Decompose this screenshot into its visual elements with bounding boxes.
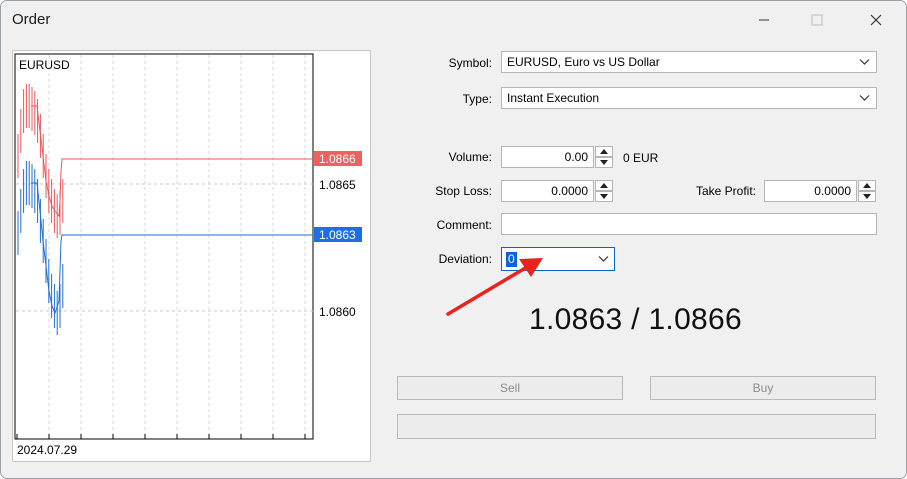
chevron-down-icon <box>859 59 870 65</box>
chevron-down-icon <box>859 95 870 101</box>
chart-ticks <box>16 434 306 439</box>
maximize-button[interactable] <box>794 5 840 35</box>
symbol-select-value: EURUSD, Euro vs US Dollar <box>507 55 660 69</box>
triangle-down-icon <box>600 160 608 165</box>
minimize-button[interactable] <box>741 5 787 35</box>
chevron-down-icon <box>598 256 609 262</box>
triangle-down-icon <box>863 194 871 199</box>
title-bar: Order <box>1 1 906 39</box>
volume-stepper[interactable] <box>595 146 613 168</box>
price-chart: 1.0866 1.0863 1.0865 1.0860 EURUSD 2024.… <box>12 50 371 462</box>
price-tick-label: 1.0865 <box>319 178 356 192</box>
volume-decrement-button[interactable] <box>595 157 613 168</box>
plot-frame <box>14 53 314 440</box>
chart-symbol-label: EURUSD <box>19 58 70 72</box>
chart-date-label: 2024.07.29 <box>17 443 77 457</box>
type-select[interactable]: Instant Execution <box>501 87 877 109</box>
buy-button[interactable]: Buy <box>650 376 876 400</box>
close-button[interactable] <box>853 5 899 35</box>
volume-unit-label: 0 EUR <box>623 151 659 165</box>
bid-price-line <box>31 182 313 315</box>
stop-loss-decrement-button[interactable] <box>595 191 613 202</box>
sell-button[interactable]: Sell <box>397 376 623 400</box>
symbol-select[interactable]: EURUSD, Euro vs US Dollar <box>501 51 877 73</box>
type-select-value: Instant Execution <box>507 91 600 105</box>
maximize-icon <box>811 14 823 26</box>
order-window: Order 1.0866 1.0863 1.0865 1.0860 EURUSD… <box>0 0 907 479</box>
take-profit-stepper[interactable] <box>858 180 876 202</box>
stop-loss-input[interactable]: 0.0000 <box>501 180 594 202</box>
take-profit-input[interactable]: 0.0000 <box>764 180 857 202</box>
symbol-label: Symbol: <box>448 56 492 70</box>
bid-ask-quote: 1.0863 / 1.0866 <box>528 303 743 336</box>
take-profit-increment-button[interactable] <box>858 180 876 191</box>
comment-input[interactable] <box>501 213 877 235</box>
take-profit-decrement-button[interactable] <box>858 191 876 202</box>
triangle-up-icon <box>600 149 608 154</box>
price-chart-canvas: 1.0866 1.0863 1.0865 1.0860 EURUSD 2024.… <box>14 53 362 457</box>
volume-increment-button[interactable] <box>595 146 613 157</box>
chart-series <box>17 84 64 335</box>
window-title: Order <box>12 11 51 28</box>
minimize-icon <box>759 19 769 21</box>
ask-price-badge-text: 1.0866 <box>319 152 356 166</box>
volume-label: Volume: <box>448 150 492 164</box>
place-order-button[interactable] <box>397 414 876 439</box>
volume-input[interactable]: 0.00 <box>501 146 594 168</box>
triangle-up-icon <box>863 183 871 188</box>
triangle-up-icon <box>600 183 608 188</box>
triangle-down-icon <box>600 194 608 199</box>
stop-loss-increment-button[interactable] <box>595 180 613 191</box>
stop-loss-label: Stop Loss: <box>435 184 492 198</box>
bid-price-badge-text: 1.0863 <box>319 228 356 242</box>
price-tick-label: 1.0860 <box>319 305 356 319</box>
comment-label: Comment: <box>436 218 492 232</box>
stop-loss-stepper[interactable] <box>595 180 613 202</box>
take-profit-label: Take Profit: <box>695 184 756 198</box>
type-label: Type: <box>462 92 492 106</box>
ask-price-line <box>31 105 313 218</box>
close-icon <box>870 14 882 26</box>
